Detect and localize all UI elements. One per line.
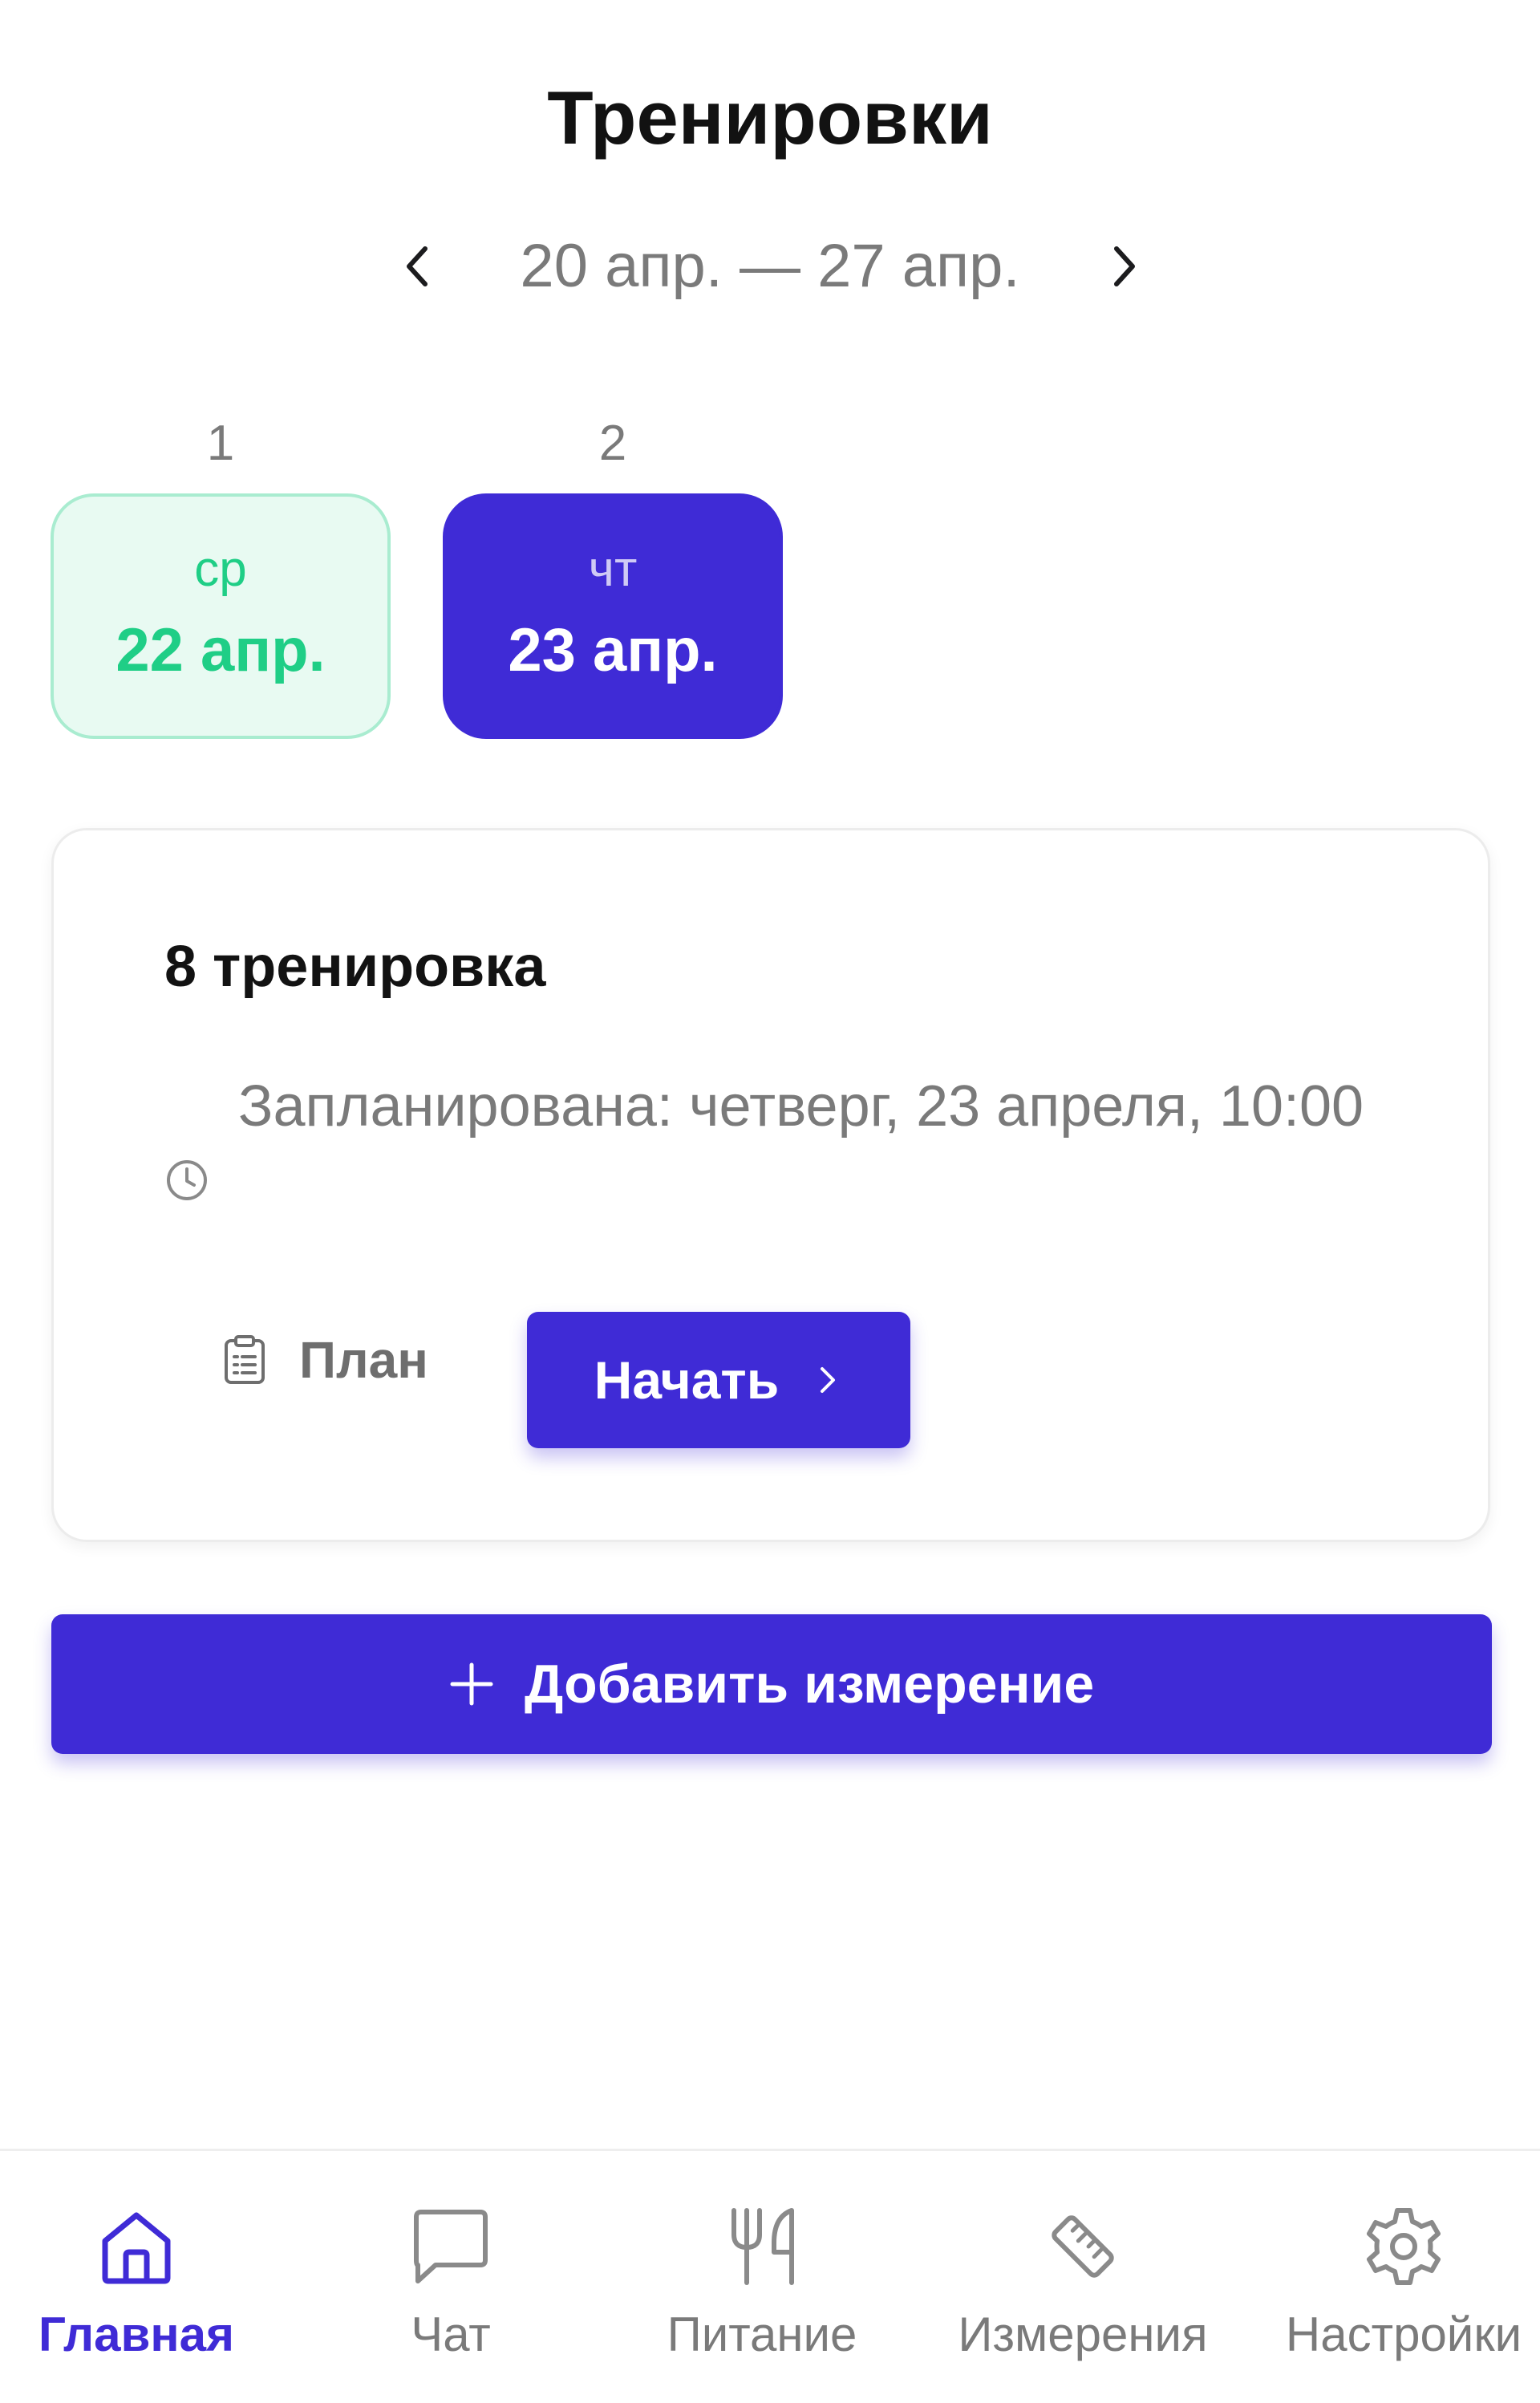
chat-icon — [414, 2210, 488, 2283]
plus-icon — [450, 1662, 493, 1706]
chevron-right-icon — [821, 1367, 836, 1393]
start-workout-button[interactable]: Начать — [527, 1312, 910, 1448]
add-measurement-button[interactable]: Добавить измерение — [51, 1614, 1492, 1754]
day-card-completed[interactable]: ср 22 апр. — [51, 493, 391, 739]
home-icon — [102, 2212, 171, 2284]
utensils-icon — [732, 2208, 794, 2285]
chevron-right-icon — [1114, 246, 1135, 286]
week-range-label: 20 апр. — 27 апр. — [520, 232, 1020, 300]
tab-label: Питание — [667, 2308, 857, 2361]
day-card-selected[interactable]: чт 23 апр. — [443, 493, 783, 739]
clipboard-icon — [225, 1335, 265, 1384]
schedule-text: Запланирована: четверг, 23 апреля, 10:00 — [238, 1074, 1364, 1139]
tab-label: Настройки — [1285, 2308, 1522, 2361]
week-navigator: 20 апр. — 27 апр. — [0, 217, 1540, 316]
chevron-left-icon — [407, 246, 428, 286]
plan-label: План — [299, 1331, 428, 1389]
workout-card: 8 тренировка Запланирована: четверг, 23 … — [51, 828, 1490, 1542]
ruler-icon — [1052, 2215, 1114, 2278]
gear-icon — [1367, 2208, 1441, 2285]
day-column: 1 ср 22 апр. — [51, 405, 391, 739]
next-week-button[interactable] — [1100, 242, 1149, 290]
clock-icon — [167, 1160, 207, 1200]
page-title: Тренировки — [547, 75, 993, 160]
day-weekday: ср — [194, 542, 247, 597]
start-button-label: Начать — [594, 1350, 780, 1410]
tab-nutrition[interactable]: Питание — [642, 2151, 882, 2403]
tab-home[interactable]: Главная — [16, 2151, 257, 2403]
day-column: 2 чт 23 апр. — [443, 405, 783, 739]
workout-title: 8 тренировка — [164, 935, 546, 999]
day-date: 23 апр. — [508, 616, 718, 684]
tab-chat[interactable]: Чат — [330, 2151, 571, 2403]
tab-label: Главная — [38, 2308, 234, 2361]
add-measurement-label: Добавить измерение — [524, 1654, 1095, 1715]
day-date: 22 апр. — [116, 616, 326, 684]
tab-measurements[interactable]: Измерения — [922, 2151, 1243, 2403]
bottom-tab-bar: Главная Чат Питание Измерения Настройки — [0, 2149, 1540, 2403]
workouts-screen: Тренировки 20 апр. — 27 апр. 1 ср 22 апр… — [0, 0, 1540, 2403]
tab-label: Чат — [411, 2308, 491, 2361]
day-index: 1 — [206, 416, 235, 471]
prev-week-button[interactable] — [393, 242, 441, 290]
day-weekday: чт — [588, 542, 638, 597]
plan-button[interactable]: План — [222, 1312, 428, 1408]
day-index: 2 — [598, 416, 627, 471]
tab-label: Измерения — [958, 2308, 1208, 2361]
tab-settings[interactable]: Настройки — [1251, 2151, 1540, 2403]
